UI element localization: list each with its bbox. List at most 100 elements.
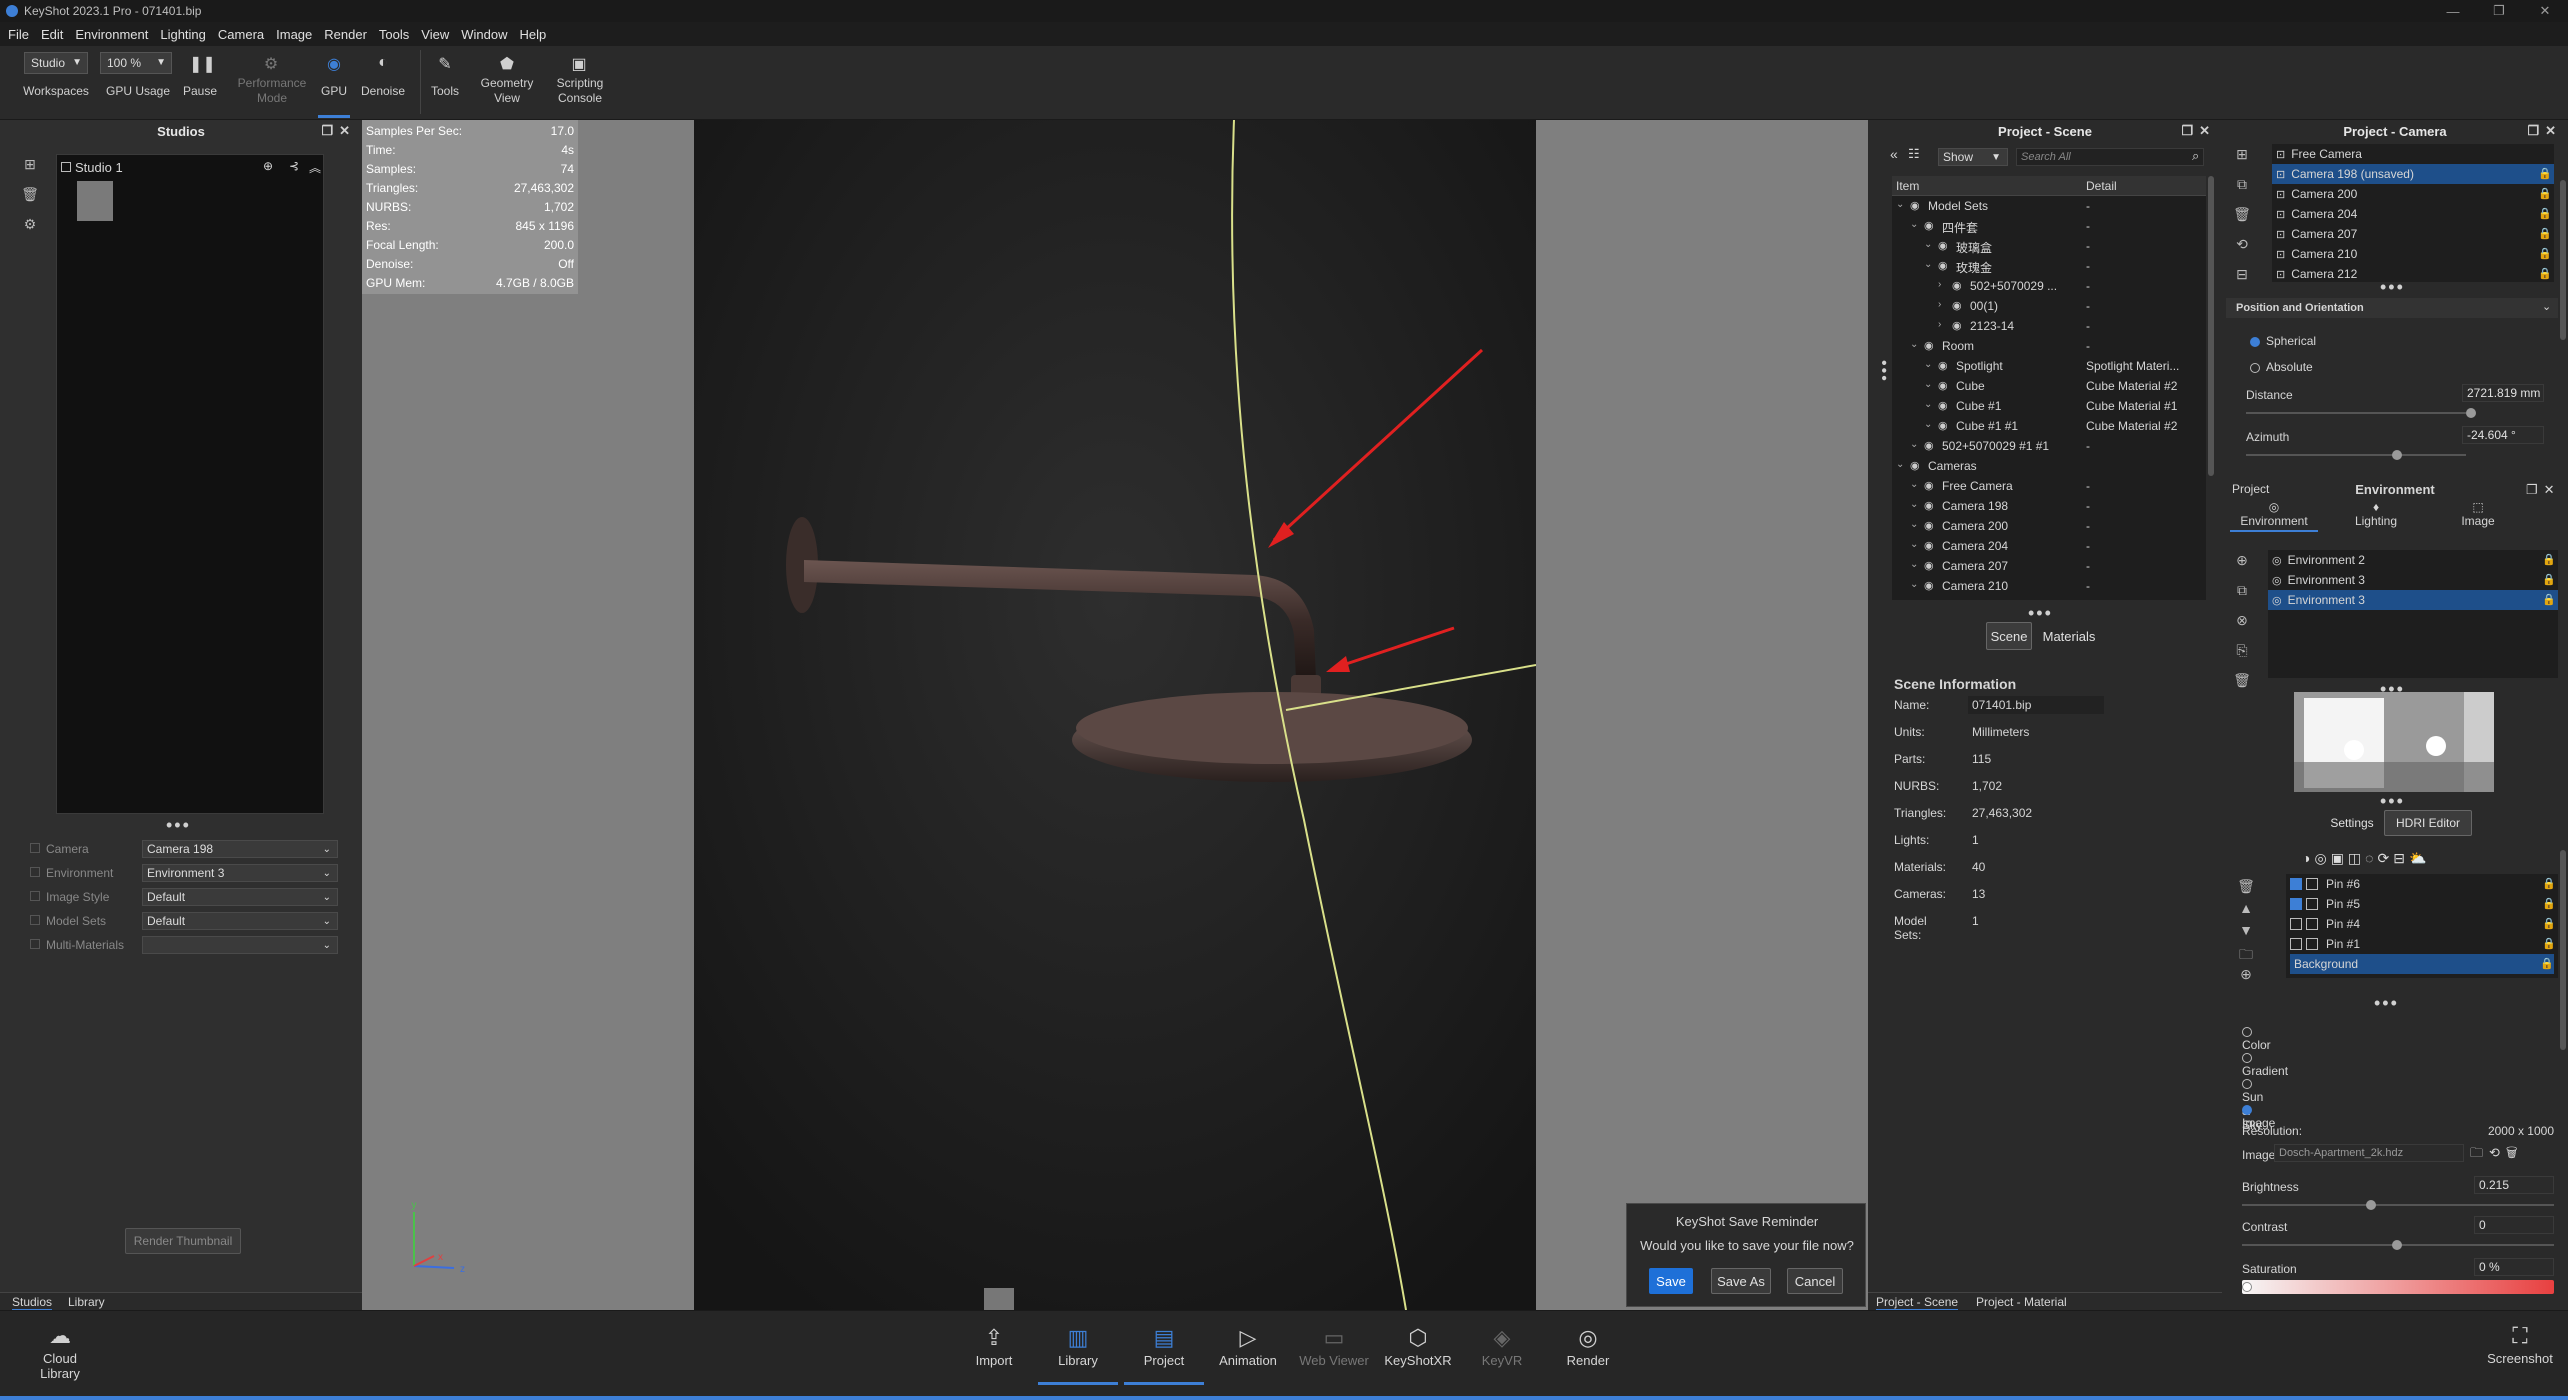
maximize-icon[interactable]: ❐ — [2476, 0, 2522, 22]
duplicate-environment-icon[interactable]: ⧉ — [2232, 582, 2252, 602]
menu-tools[interactable]: Tools — [379, 27, 409, 42]
studio-item[interactable]: Studio 1 ⊕ ︽ ⊰ — [61, 157, 321, 177]
add-studio-icon[interactable]: ⊞ — [20, 156, 40, 176]
tree-row[interactable]: › ◉ 00(1) - — [1892, 296, 2206, 316]
menu-window[interactable]: Window — [461, 27, 507, 42]
background-item[interactable]: Background 🔒 — [2290, 954, 2554, 974]
close-panel-icon[interactable]: ✕ — [2544, 482, 2561, 497]
expand-arrow-icon[interactable]: ⌄ — [1924, 399, 1932, 410]
tree-row[interactable]: ⌄ ◉ Camera 207 - — [1892, 556, 2206, 576]
expand-arrow-icon[interactable]: ⌄ — [1910, 499, 1918, 510]
gpu-usage-select[interactable]: 100 % ▼ — [100, 52, 172, 74]
performance-mode-icon[interactable]: ⚙ — [260, 54, 282, 74]
sun-tool-icon[interactable]: ◎ — [2314, 850, 2330, 866]
performance-mode-button[interactable]: Performance Mode — [228, 76, 316, 106]
lock-icon[interactable]: 🔒 — [2542, 897, 2556, 910]
tree-row[interactable]: ⌄ ◉ Cube Cube Material #2 — [1892, 376, 2206, 396]
expand-arrow-icon[interactable]: ⌄ — [1910, 579, 1918, 590]
scene-scrollbar[interactable] — [2208, 176, 2214, 476]
field-checkbox[interactable] — [30, 915, 40, 925]
environment-item[interactable]: ◎ Environment 2 🔒 — [2268, 550, 2558, 570]
contrast-slider[interactable] — [2242, 1240, 2554, 1250]
hdri-preview[interactable] — [2294, 692, 2494, 792]
tree-row[interactable]: › ◉ 2123-14 - — [1892, 316, 2206, 336]
visibility-eye-icon[interactable]: ◉ — [1924, 559, 1934, 572]
splitter-handle-icon[interactable]: ••• — [1875, 360, 1892, 383]
azimuth-value[interactable]: -24.604 ° — [2462, 426, 2544, 444]
expand-arrow-icon[interactable]: ⌄ — [1910, 219, 1918, 230]
tree-row[interactable]: ⌄ ◉ 502+5070029 #1 #1 - — [1892, 436, 2206, 456]
expand-arrow-icon[interactable]: › — [1938, 319, 1941, 330]
tree-row[interactable]: › ◉ 502+5070029 ... - — [1892, 276, 2206, 296]
visibility-eye-icon[interactable]: ◉ — [1938, 239, 1948, 252]
tree-row[interactable]: ⌄ ◉ Spotlight Spotlight Materi... — [1892, 356, 2206, 376]
pin-solo-checkbox[interactable] — [2306, 898, 2318, 910]
visibility-eye-icon[interactable]: ◉ — [1924, 219, 1934, 232]
contrast-value[interactable]: 0 — [2474, 1216, 2554, 1234]
bottom-import-button[interactable]: ⇪ Import — [954, 1325, 1034, 1368]
bottom-render-button[interactable]: ◎ Render — [1548, 1325, 1628, 1368]
move-down-icon[interactable]: ▼ — [2236, 922, 2256, 942]
save-camera-icon[interactable]: ⊟ — [2232, 266, 2252, 286]
visibility-eye-icon[interactable]: ◉ — [1924, 339, 1934, 352]
pin-item[interactable]: Pin #4 🔒 — [2286, 914, 2558, 934]
pin-solo-checkbox[interactable] — [2306, 938, 2318, 950]
pin-item[interactable]: Pin #6 🔒 — [2286, 874, 2558, 894]
more-dots-icon[interactable]: ••• — [2380, 792, 2405, 810]
pin-checkbox[interactable] — [2290, 938, 2302, 950]
undock-icon[interactable]: ❐ — [2527, 123, 2545, 138]
denoise-icon[interactable]: ◐ — [372, 54, 394, 74]
visibility-eye-icon[interactable]: ◉ — [1938, 379, 1948, 392]
distance-value[interactable]: 2721.819 mm — [2462, 384, 2544, 402]
tree-row[interactable]: ⌄ ◉ Camera 198 - — [1892, 496, 2206, 516]
geometry-view-icon[interactable]: ⬟ — [496, 54, 518, 74]
delete-studio-icon[interactable]: 🗑 — [20, 186, 40, 206]
distance-slider-knob[interactable] — [2466, 408, 2476, 418]
pin-checkbox[interactable] — [2290, 898, 2302, 910]
duplicate-camera-icon[interactable]: ⧉ — [2232, 176, 2252, 196]
tab-image[interactable]: ⬚ Image — [2434, 500, 2522, 532]
bottom-animation-button[interactable]: ▷ Animation — [1208, 1325, 1288, 1368]
tab-lighting[interactable]: ♦ Lighting — [2332, 500, 2420, 532]
lock-icon[interactable]: 🔒 — [2540, 957, 2554, 970]
lock-icon[interactable]: 🔒 — [2538, 187, 2552, 200]
pause-button[interactable]: Pause — [176, 84, 224, 99]
cloud-library-button[interactable]: ☁ Cloud Library — [20, 1323, 100, 1381]
azimuth-slider[interactable] — [2246, 450, 2466, 460]
delete-camera-icon[interactable]: 🗑 — [2232, 206, 2252, 226]
pin-checkbox[interactable] — [2290, 918, 2302, 930]
close-icon[interactable]: ✕ — [2522, 0, 2568, 22]
brightness-slider-knob[interactable] — [2366, 1200, 2376, 1210]
back-icon[interactable]: « — [1890, 146, 1898, 162]
lock-icon[interactable]: 🔒 — [2542, 553, 2556, 566]
settings-tab[interactable]: Settings — [2324, 810, 2380, 836]
camera-item[interactable]: ⊡ Camera 207 🔒 — [2272, 224, 2554, 244]
spherical-radio[interactable]: Spherical — [2250, 334, 2316, 348]
visibility-eye-icon[interactable]: ◉ — [1924, 499, 1934, 512]
lock-icon[interactable]: 🔒 — [2538, 167, 2552, 180]
lock-icon[interactable]: 🔒 — [2542, 877, 2556, 890]
tree-row[interactable]: ⌄ ◉ Free Camera - — [1892, 476, 2206, 496]
image-tool-icon[interactable]: ▣ — [2331, 850, 2348, 866]
camera-item[interactable]: ⊡ Camera 210 🔒 — [2272, 244, 2554, 264]
reload-icon[interactable]: ⟲ — [2489, 1145, 2506, 1160]
more-dots-icon[interactable]: ••• — [166, 816, 191, 834]
share-icon[interactable]: ⊰ — [289, 159, 299, 173]
tree-row[interactable]: ⌄ ◉ Cameras — [1892, 456, 2206, 476]
copy-environment-icon[interactable]: ⊗ — [2232, 612, 2252, 632]
pin-item[interactable]: Pin #5 🔒 — [2286, 894, 2558, 914]
menu-environment[interactable]: Environment — [75, 27, 148, 42]
add-camera-icon[interactable]: ⊞ — [2232, 146, 2252, 166]
lock-icon[interactable]: 🔒 — [2542, 593, 2556, 606]
hdri-editor-tab[interactable]: HDRI Editor — [2384, 810, 2472, 836]
camera-item[interactable]: ⊡ Camera 198 (unsaved) 🔒 — [2272, 164, 2554, 184]
visibility-eye-icon[interactable]: ◉ — [1938, 359, 1948, 372]
contrast-slider-knob[interactable] — [2392, 1240, 2402, 1250]
expand-arrow-icon[interactable]: › — [1938, 279, 1941, 290]
scripting-console-button[interactable]: Scripting Console — [544, 76, 616, 106]
save-button[interactable]: Save — [1649, 1268, 1693, 1294]
field-checkbox[interactable] — [30, 867, 40, 877]
field-checkbox[interactable] — [30, 891, 40, 901]
workspace-select[interactable]: Studio ▼ — [24, 52, 88, 74]
menu-lighting[interactable]: Lighting — [160, 27, 206, 42]
